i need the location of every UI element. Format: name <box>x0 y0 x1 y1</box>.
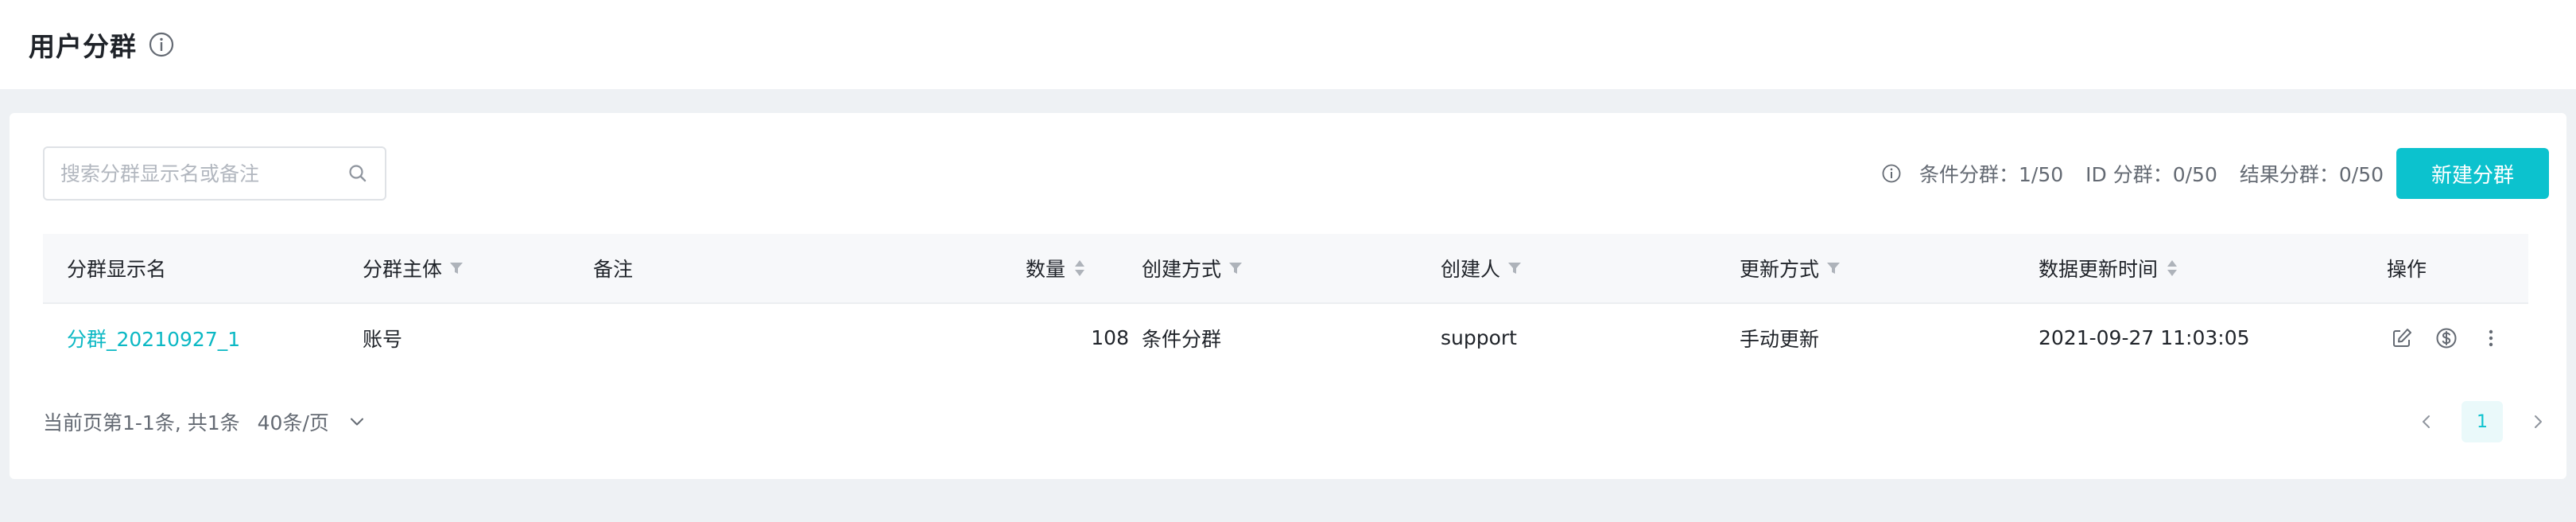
filter-icon[interactable] <box>448 258 466 279</box>
filter-icon[interactable] <box>1825 258 1843 279</box>
page-header: 用户分群 <box>0 0 2576 89</box>
column-header-create-method[interactable]: 创建方式 <box>1142 234 1245 302</box>
column-label: 数据更新时间 <box>2039 258 2159 281</box>
page-number-button[interactable]: 1 <box>2462 401 2503 442</box>
column-label: 更新方式 <box>1740 258 1820 281</box>
pagination-total-text: 当前页第1-1条, 共1条 <box>43 411 240 434</box>
segment-subject-cell: 账号 <box>363 327 403 351</box>
info-circle-icon <box>1881 163 1902 184</box>
column-label: 创建人 <box>1441 258 1501 281</box>
new-segment-button[interactable]: 新建分群 <box>2396 148 2549 199</box>
table-header: 分群显示名 分群主体 备注 数量 创建方式 创建人 更新方式 数据更新时间 操作 <box>43 234 2528 304</box>
filter-icon[interactable] <box>1507 258 1524 279</box>
quota-condition: 条件分群：1/50 <box>1919 163 2064 186</box>
pagination: 1 <box>2415 399 2549 444</box>
segment-count-cell: 108 <box>1091 326 1129 349</box>
segment-table: 分群显示名 分群主体 备注 数量 创建方式 创建人 更新方式 数据更新时间 操作… <box>43 234 2528 372</box>
segment-name-cell: 分群_20210927_1 <box>67 304 240 372</box>
quota-id: ID 分群：0/50 <box>2085 163 2217 186</box>
segment-update-method-cell: 手动更新 <box>1740 327 1820 351</box>
column-label: 数量 <box>1026 258 1066 281</box>
column-header-creator[interactable]: 创建人 <box>1441 234 1524 302</box>
edit-icon[interactable] <box>2390 326 2414 350</box>
more-vertical-icon[interactable] <box>2479 326 2503 350</box>
column-label: 创建方式 <box>1142 258 1222 281</box>
filter-icon[interactable] <box>1228 258 1245 279</box>
page-size-select[interactable]: 40条/页 <box>258 407 367 436</box>
search-icon[interactable] <box>347 162 369 185</box>
sort-icon[interactable] <box>1072 258 1089 279</box>
pagination-summary: 当前页第1-1条, 共1条 40条/页 <box>43 406 367 438</box>
column-label: 备注 <box>593 258 634 281</box>
page-title: 用户分群 <box>29 31 137 62</box>
column-header-update-method[interactable]: 更新方式 <box>1740 234 1843 302</box>
column-label: 分群显示名 <box>67 258 167 281</box>
quota-result: 结果分群：0/50 <box>2239 163 2384 186</box>
column-header-actions: 操作 <box>2387 234 2427 302</box>
column-header-name: 分群显示名 <box>67 234 166 302</box>
next-page-icon[interactable] <box>2527 411 2549 433</box>
column-header-updated-at[interactable]: 数据更新时间 <box>2039 234 2182 302</box>
page-size-value: 40条/页 <box>257 411 329 434</box>
quota-summary: 条件分群：1/50 ID 分群：0/50 结果分群：0/50 <box>1881 158 2384 189</box>
column-header-subject[interactable]: 分群主体 <box>363 234 466 302</box>
prev-page-icon[interactable] <box>2415 411 2438 433</box>
table-row: 分群_20210927_1 账号 108 条件分群 support 手动更新 2… <box>43 304 2528 372</box>
column-label: 分群主体 <box>363 258 443 281</box>
column-header-count[interactable]: 数量 <box>1026 234 1089 302</box>
column-header-note: 备注 <box>593 234 633 302</box>
segment-creator-cell: support <box>1441 326 1517 349</box>
search-input[interactable] <box>60 162 347 185</box>
column-label: 操作 <box>2387 258 2427 281</box>
dollar-circle-icon[interactable] <box>2434 326 2458 350</box>
sort-icon[interactable] <box>2164 258 2182 279</box>
chevron-down-icon <box>347 411 367 432</box>
segment-updated-at-cell: 2021-09-27 11:03:05 <box>2039 326 2250 349</box>
segment-actions-cell <box>2390 304 2503 372</box>
segment-name-link[interactable]: 分群_20210927_1 <box>67 324 240 353</box>
segment-list-card: 条件分群：1/50 ID 分群：0/50 结果分群：0/50 新建分群 分群显示… <box>10 113 2566 479</box>
info-circle-icon[interactable] <box>148 31 175 58</box>
segment-create-method-cell: 条件分群 <box>1142 327 1222 351</box>
search-box[interactable] <box>43 146 386 201</box>
